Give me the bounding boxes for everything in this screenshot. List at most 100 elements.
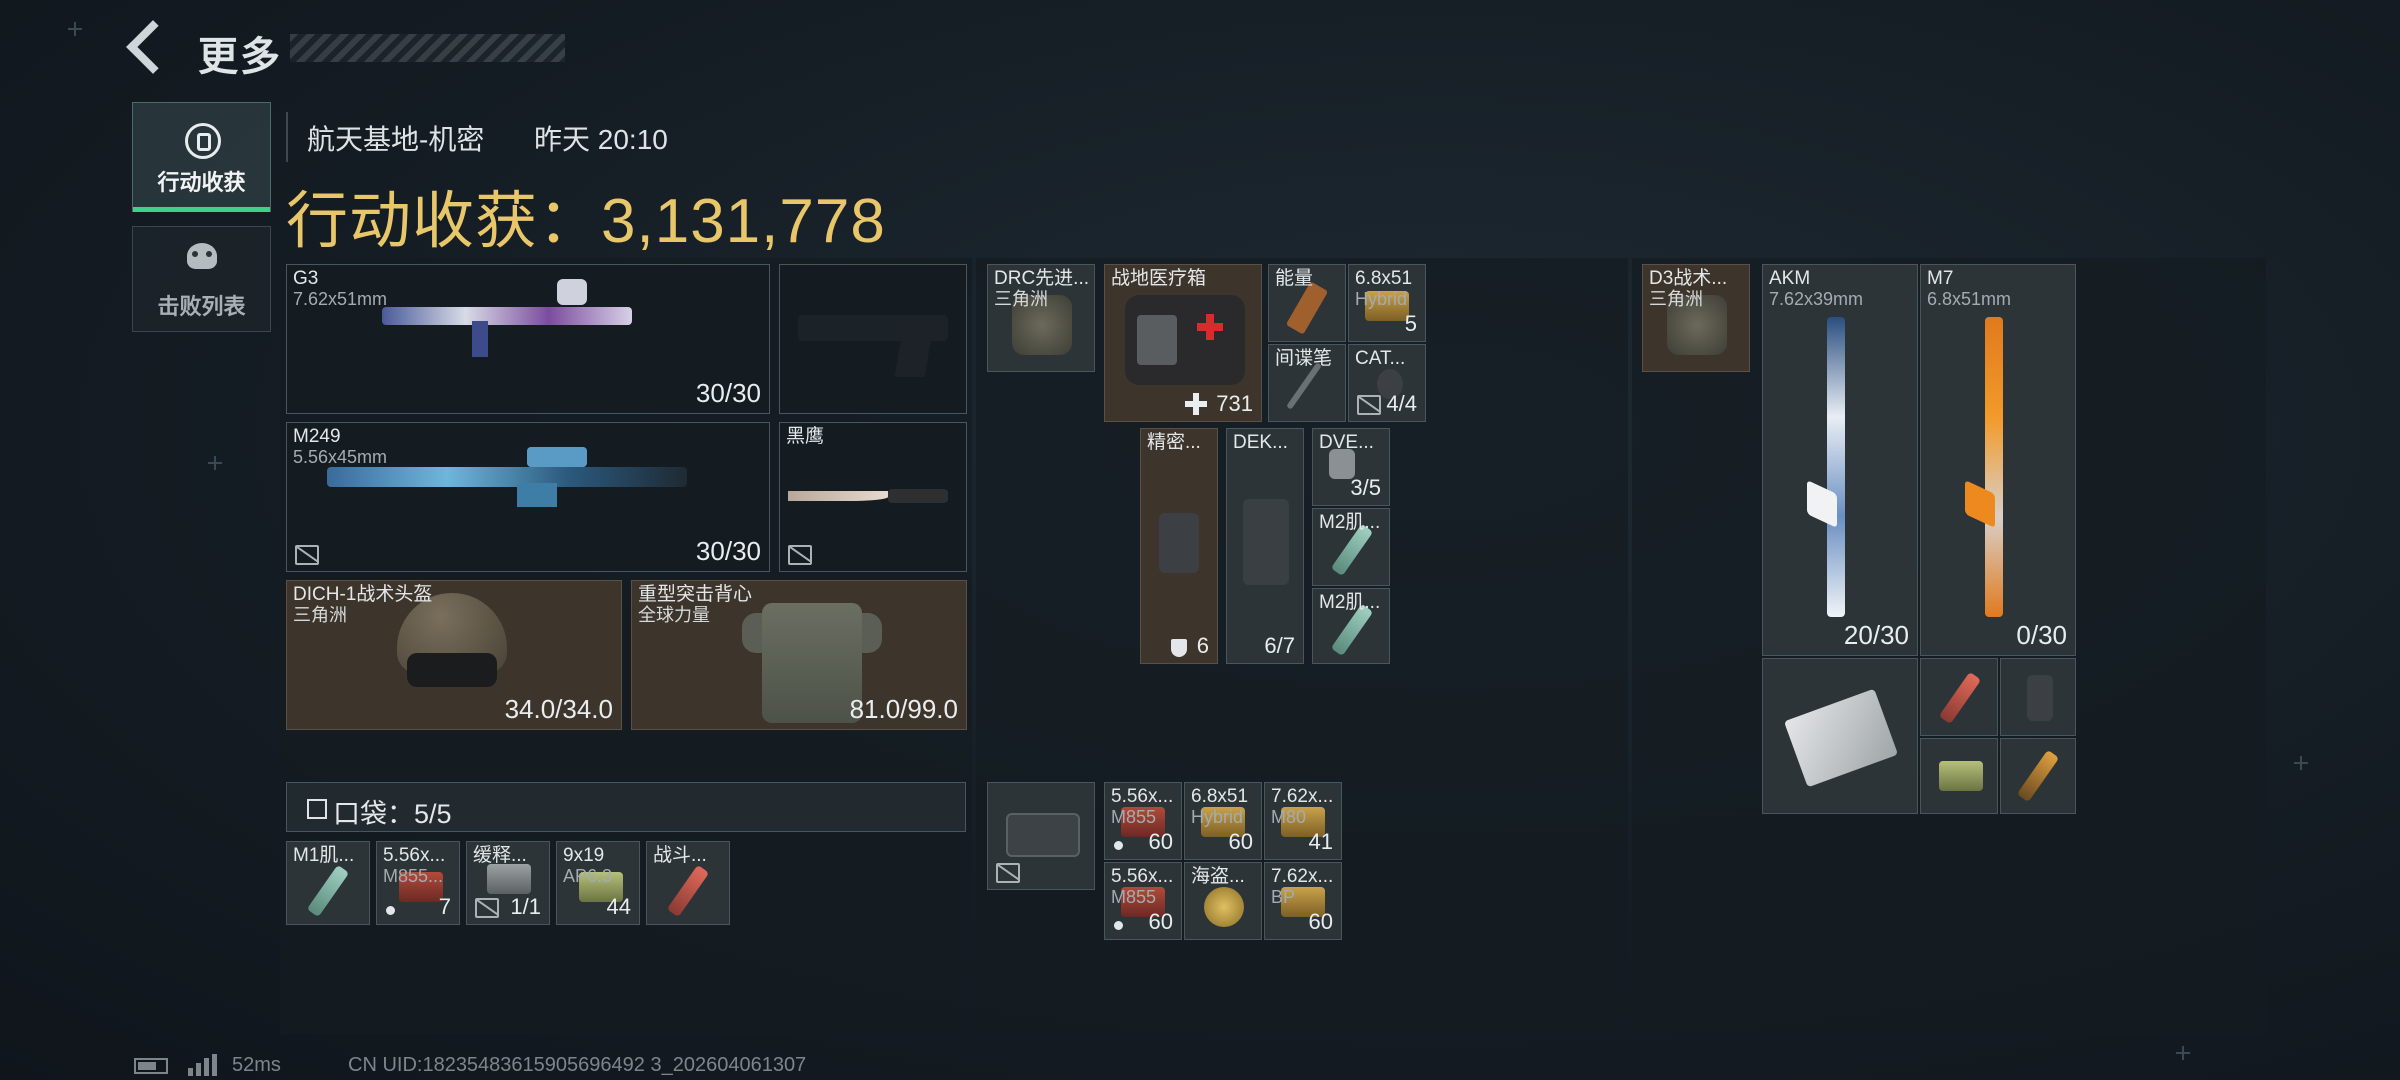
weapon-ammo: 30/30 — [695, 536, 761, 566]
backpack-item[interactable] — [1762, 658, 1918, 814]
pocket-item[interactable]: 5.56x... M855... 7 — [376, 841, 460, 925]
melee-slot[interactable]: 黑鹰 — [779, 422, 967, 572]
backpack-item[interactable] — [2000, 658, 2076, 736]
m7-rifle-image — [1965, 317, 2025, 617]
case-item[interactable]: 6.8x51 Hybrid 60 — [1184, 782, 1262, 860]
pocket-item[interactable]: 9x19 AP6.3 44 — [556, 841, 640, 925]
rig-item-name: 精密... — [1147, 432, 1201, 453]
no-insurance-icon — [1357, 395, 1381, 415]
chest-rig-slot[interactable]: DRC先进... 三角洲 — [987, 264, 1095, 372]
weapon-slot-secondary[interactable]: M249 5.56x45mm 30/30 — [286, 422, 770, 572]
case-item-count: 60 — [1148, 909, 1173, 934]
syringe-icon — [1938, 671, 1982, 725]
weapon-slot-primary[interactable]: G3 7.62x51mm 30/30 — [286, 264, 770, 414]
heal-plus-icon — [1185, 393, 1207, 415]
case-item-sub: Hybrid — [1191, 807, 1244, 827]
case-item-sub: M855 — [1111, 807, 1157, 827]
ammo-dot-icon — [1114, 921, 1123, 930]
tab-kills[interactable]: 击败列表 — [132, 226, 271, 332]
back-button[interactable]: 更多 — [126, 20, 308, 79]
rig-item-count: 5 — [1404, 311, 1417, 336]
weapon-name: M249 — [293, 426, 341, 447]
case-item[interactable]: 5.56x... M855 60 — [1104, 782, 1182, 860]
weapon-caliber: 6.8x51mm — [1927, 289, 2012, 309]
rig-item[interactable]: M2肌... — [1312, 588, 1390, 664]
backpack-name: D3战术... — [1649, 268, 1728, 289]
rig-item-name: 能量 — [1275, 268, 1314, 289]
rig-item[interactable]: 间谍笔 — [1268, 344, 1346, 422]
rig-item[interactable]: DEK... 6/7 — [1226, 428, 1304, 664]
rig-item[interactable]: 精密... 6 — [1140, 428, 1218, 664]
rig-name: DRC先进... — [994, 268, 1090, 289]
rig-item[interactable]: 6.8x51 Hybrid 5 — [1348, 264, 1426, 342]
g3-rifle-image — [382, 277, 642, 357]
backpack-weapon[interactable]: AKM 7.62x39mm 20/30 — [1762, 264, 1918, 656]
user-uid: CN UID:18235483615905696492 3_2026040613… — [348, 1054, 807, 1076]
rig-item[interactable]: M2肌... — [1312, 508, 1390, 586]
case-item-sub: BP — [1271, 887, 1296, 907]
no-insurance-icon — [996, 863, 1020, 883]
rig-item[interactable]: CAT... 4/4 — [1348, 344, 1426, 422]
case-item[interactable]: 5.56x... M855 60 — [1104, 862, 1182, 940]
backpack-brand: 三角洲 — [1649, 289, 1703, 309]
no-insurance-icon — [788, 545, 812, 565]
case-item-name: 5.56x... — [1111, 786, 1174, 807]
safe-case-image — [1006, 813, 1080, 857]
back-label: 更多 — [198, 35, 282, 79]
rig-item-count: 6/7 — [1264, 633, 1295, 658]
case-item[interactable]: 7.62x... BP 60 — [1264, 862, 1342, 940]
weapon-ammo: 0/30 — [2016, 620, 2067, 650]
tab-loot-label: 行动收获 — [157, 170, 246, 195]
syringe-icon — [666, 864, 710, 918]
case-item[interactable]: 7.62x... M80 41 — [1264, 782, 1342, 860]
dek-device-icon — [1243, 499, 1289, 585]
weapon-caliber: 5.56x45mm — [293, 447, 388, 467]
armor-shield-icon — [1171, 639, 1187, 657]
pocket-item[interactable]: 缓释... 1/1 — [466, 841, 550, 925]
helmet-slot[interactable]: DICH-1战术头盔 三角洲 34.0/34.0 — [286, 580, 622, 730]
armor-slot[interactable]: 重型突击背心 全球力量 81.0/99.0 — [631, 580, 967, 730]
medkit-count: 731 — [1216, 391, 1253, 416]
safe-case-slot[interactable] — [987, 782, 1095, 890]
pocket-item-name: 9x19 — [563, 845, 605, 866]
rig-item-name: M2肌... — [1319, 512, 1381, 533]
rig-item[interactable]: 能量 — [1268, 264, 1346, 342]
pocket-item-count: 1/1 — [510, 894, 541, 919]
weapon-caliber: 7.62x51mm — [293, 289, 388, 309]
case-item[interactable]: 海盗... — [1184, 862, 1262, 940]
akm-rifle-image — [1807, 317, 1867, 617]
knife-image — [788, 489, 948, 503]
header-decor-bar — [290, 34, 565, 62]
pocket-icon — [307, 799, 327, 819]
case-item-name: 7.62x... — [1271, 786, 1334, 807]
backpack-item[interactable] — [1920, 658, 1998, 736]
tab-loot[interactable]: 行动收获 — [132, 102, 271, 212]
medkit-image — [1125, 295, 1245, 385]
ammo-dot-icon — [1114, 841, 1123, 850]
rig-item-sub: Hybrid — [1355, 289, 1408, 309]
rig-item-name: CAT... — [1355, 348, 1406, 369]
case-item-sub: M855 — [1111, 887, 1157, 907]
pocket-item-name: 战斗... — [653, 845, 707, 866]
backpack-slot[interactable]: D3战术... 三角洲 — [1642, 264, 1750, 372]
backpack-weapon[interactable]: M7 6.8x51mm 0/30 — [1920, 264, 2076, 656]
decor-crosshair — [208, 456, 222, 470]
precision-device-icon — [1159, 513, 1199, 573]
weapon-ammo: 30/30 — [695, 378, 761, 408]
syringe-icon — [306, 864, 350, 918]
skull-icon — [186, 243, 217, 269]
pocket-item[interactable]: 战斗... — [646, 841, 730, 925]
rig-item-count: 6 — [1196, 633, 1209, 658]
m249-rifle-image — [327, 433, 687, 513]
medkit-slot[interactable]: 战地医疗箱 731 — [1104, 264, 1262, 422]
pocket-item[interactable]: M1肌... — [286, 841, 370, 925]
pocket-item-sub: M855... — [383, 866, 444, 886]
rig-item-count: 3/5 — [1350, 475, 1381, 500]
armor-brand: 全球力量 — [638, 605, 710, 625]
syringe-icon — [2016, 749, 2060, 803]
rig-item[interactable]: DVE... 3/5 — [1312, 428, 1390, 506]
backpack-item[interactable] — [2000, 738, 2076, 814]
pistol-slot-empty[interactable] — [779, 264, 967, 414]
decor-crosshair — [2294, 756, 2308, 770]
backpack-item[interactable] — [1920, 738, 1998, 814]
